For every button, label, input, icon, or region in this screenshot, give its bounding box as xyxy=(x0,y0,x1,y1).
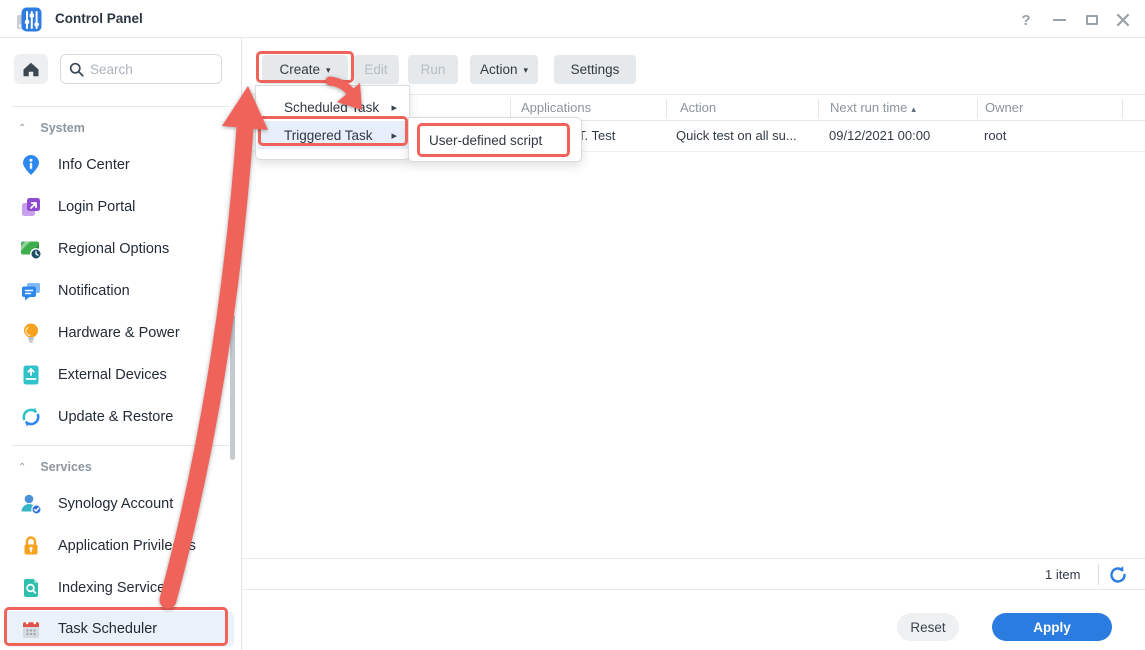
apply-button[interactable]: Apply xyxy=(992,613,1112,641)
status-divider xyxy=(1098,564,1099,585)
titlebar: Control Panel ? xyxy=(0,0,1145,38)
help-icon[interactable]: ? xyxy=(1013,7,1039,33)
column-divider[interactable] xyxy=(818,99,819,118)
home-icon xyxy=(22,61,40,78)
section-header-system[interactable]: ⌃ System xyxy=(0,118,242,138)
sidebar-item-update-restore[interactable]: Update & Restore xyxy=(4,399,234,435)
maximize-icon[interactable] xyxy=(1079,7,1105,33)
application-privileges-icon xyxy=(20,535,42,557)
submenu-arrow-icon: ▸ xyxy=(391,101,397,114)
user-defined-script-menu-item[interactable]: User-defined script xyxy=(410,119,580,161)
status-bar: 1 item xyxy=(242,558,1145,590)
sort-asc-icon: ▴ xyxy=(911,104,916,114)
edit-button[interactable]: Edit xyxy=(353,55,399,84)
sidebar-item-login-portal[interactable]: Login Portal xyxy=(4,189,234,225)
submenu-arrow-icon: ▸ xyxy=(391,129,397,142)
indexing-service-icon xyxy=(20,577,42,599)
sidebar-item-notification[interactable]: Notification xyxy=(4,273,234,309)
sidebar-divider xyxy=(12,445,230,446)
sidebar-item-info-center[interactable]: Info Center xyxy=(4,147,234,183)
column-header-applications[interactable]: Applications xyxy=(521,100,591,115)
sidebar-item-task-scheduler[interactable]: Task Scheduler xyxy=(4,611,234,647)
update-restore-icon xyxy=(20,406,42,428)
cell-action: Quick test on all su... xyxy=(676,128,797,143)
control-panel-app-icon xyxy=(16,6,43,33)
collapse-chevron-icon: ⌃ xyxy=(18,123,26,134)
control-panel-window: Control Panel ? ⌃ System xyxy=(0,0,1145,650)
refresh-icon xyxy=(1108,565,1128,585)
sidebar-item-external-devices[interactable]: External Devices xyxy=(4,357,234,393)
home-button[interactable] xyxy=(14,54,48,84)
settings-button[interactable]: Settings xyxy=(554,55,636,84)
create-button[interactable]: Create ▾ xyxy=(262,55,348,84)
collapse-chevron-icon: ⌃ xyxy=(18,462,26,473)
sidebar-item-regional-options[interactable]: Regional Options xyxy=(4,231,234,267)
caret-down-icon: ▾ xyxy=(524,65,529,76)
caret-down-icon: ▾ xyxy=(326,65,331,76)
cell-next-run-time: 09/12/2021 00:00 xyxy=(829,128,930,143)
action-button[interactable]: Action ▾ xyxy=(470,55,538,84)
column-header-owner[interactable]: Owner xyxy=(985,100,1023,115)
column-divider[interactable] xyxy=(977,99,978,118)
sidebar-item-indexing-service[interactable]: Indexing Service xyxy=(4,570,234,606)
column-header-next-run-time[interactable]: Next run time▴ xyxy=(830,100,916,115)
sidebar: ⌃ System Info Center Login Portal xyxy=(0,38,242,650)
sidebar-item-application-privileges[interactable]: Application Privileges xyxy=(4,528,234,564)
cell-owner: root xyxy=(984,128,1006,143)
scheduled-task-menu-item[interactable]: Scheduled Task ▸ xyxy=(257,93,409,121)
column-divider[interactable] xyxy=(1122,99,1123,118)
search-box[interactable] xyxy=(60,54,222,84)
create-dropdown-menu: Scheduled Task ▸ Triggered Task ▸ xyxy=(255,85,410,160)
window-title: Control Panel xyxy=(55,11,143,26)
triggered-task-menu-item[interactable]: Triggered Task ▸ xyxy=(257,121,409,149)
column-divider[interactable] xyxy=(510,99,511,118)
item-count: 1 item xyxy=(1045,567,1080,582)
search-input[interactable] xyxy=(90,62,200,77)
close-icon[interactable] xyxy=(1110,7,1136,33)
sidebar-divider xyxy=(12,106,230,107)
notification-icon xyxy=(20,280,42,302)
synology-account-icon xyxy=(20,493,42,515)
sidebar-item-hardware-power[interactable]: Hardware & Power xyxy=(4,315,234,351)
sidebar-scrollbar[interactable] xyxy=(230,315,235,460)
sidebar-item-synology-account[interactable]: Synology Account xyxy=(4,486,234,522)
triggered-task-submenu: User-defined script xyxy=(408,117,582,162)
external-devices-icon xyxy=(20,364,42,386)
minimize-icon[interactable] xyxy=(1046,7,1072,33)
column-divider[interactable] xyxy=(666,99,667,118)
column-header-action[interactable]: Action xyxy=(680,100,716,115)
refresh-button[interactable] xyxy=(1108,565,1130,587)
task-scheduler-icon xyxy=(20,618,42,640)
hardware-power-icon xyxy=(20,322,42,344)
regional-options-icon xyxy=(20,238,42,260)
login-portal-icon xyxy=(20,196,42,218)
run-button[interactable]: Run xyxy=(408,55,458,84)
cell-applications: T. Test xyxy=(578,128,615,143)
section-header-services[interactable]: ⌃ Services xyxy=(0,457,242,477)
search-icon xyxy=(69,62,84,77)
info-center-icon xyxy=(20,154,42,176)
reset-button[interactable]: Reset xyxy=(897,613,959,641)
